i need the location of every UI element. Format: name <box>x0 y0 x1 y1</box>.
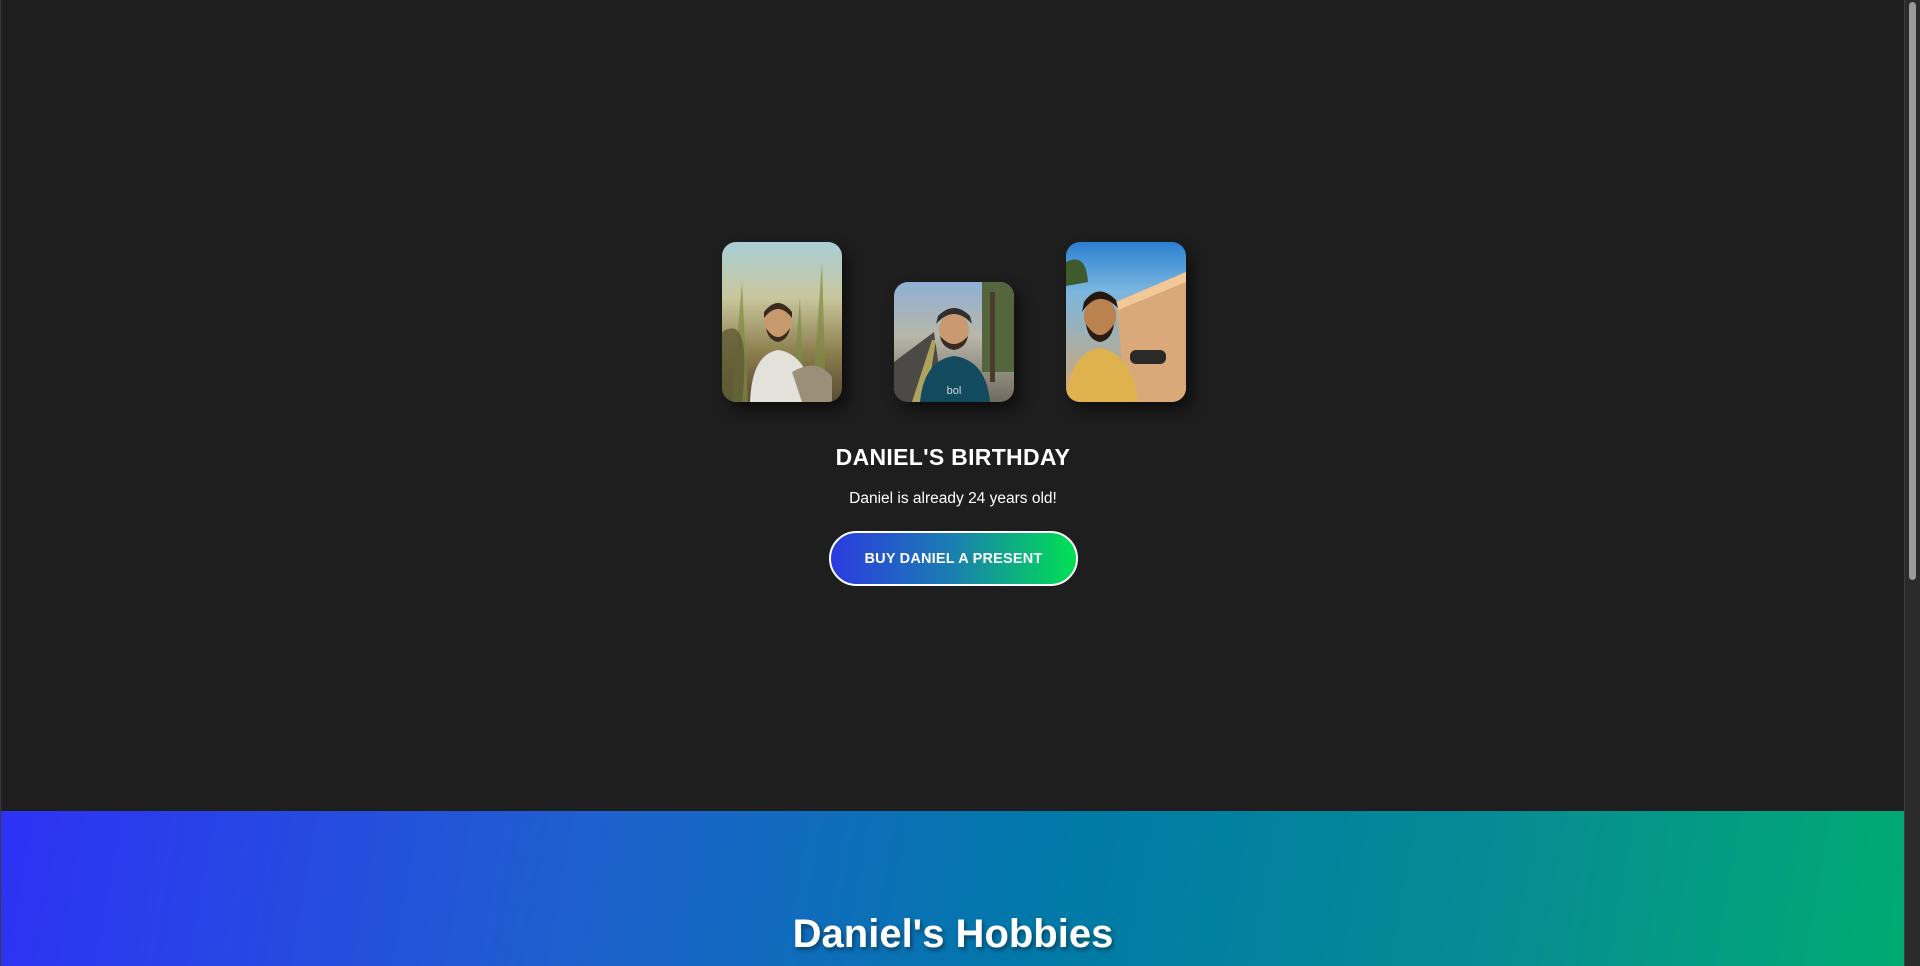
hobbies-section: Daniel's Hobbies <box>1 811 1905 966</box>
buy-present-button[interactable]: BUY DANIEL A PRESENT <box>829 531 1078 586</box>
vertical-scrollbar[interactable] <box>1904 0 1920 966</box>
hobbies-heading: Daniel's Hobbies <box>792 912 1114 956</box>
daniel-photo-street: bol <box>894 282 1014 402</box>
page: bol DANIEL'S BIRTHDAY Daniel is already … <box>0 0 1905 966</box>
hero-section: bol DANIEL'S BIRTHDAY Daniel is already … <box>1 0 1905 811</box>
browser-viewport: bol DANIEL'S BIRTHDAY Daniel is already … <box>0 0 1920 966</box>
svg-text:bol: bol <box>947 385 962 397</box>
age-subtitle: Daniel is already 24 years old! <box>849 490 1057 507</box>
scrollbar-thumb[interactable] <box>1909 2 1916 580</box>
daniel-photo-field <box>722 242 842 402</box>
page-title: DANIEL'S BIRTHDAY <box>835 444 1071 470</box>
daniel-photo-wall <box>1066 242 1186 402</box>
